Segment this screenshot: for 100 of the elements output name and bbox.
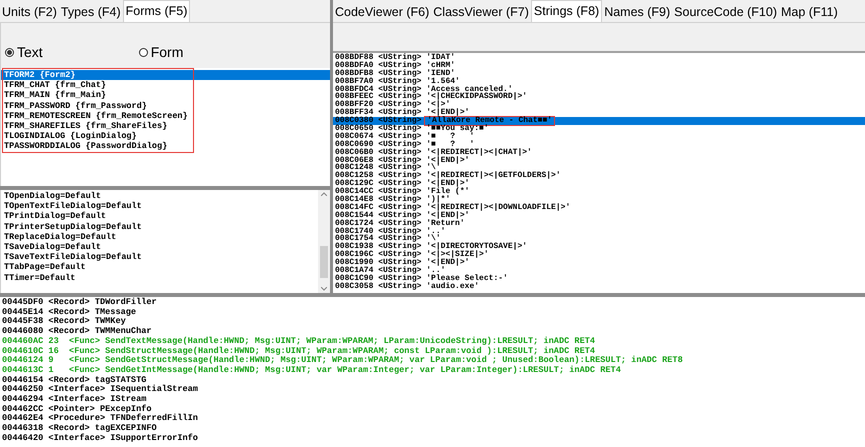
string-row[interactable]: 008C1A74 <UString> '..' xyxy=(333,267,865,275)
string-row[interactable]: 008C0674 <UString> '■ ? ' xyxy=(333,132,865,141)
radio-button[interactable]: Form xyxy=(138,42,184,63)
scrollbar[interactable] xyxy=(318,190,330,293)
type-text: <UString> xyxy=(378,70,422,78)
address-text: 008BDFA0 xyxy=(335,62,374,70)
type-text: <UString> xyxy=(378,132,422,141)
address-text: 008C06E8 xyxy=(335,156,374,165)
address-text: 008BFF20 xyxy=(335,101,374,110)
string-row[interactable]: 008BFF20 <UString> '<|>' xyxy=(333,101,865,110)
string-row[interactable]: 008C0690 <UString> '■ ? ' xyxy=(333,140,865,149)
list-item[interactable]: TLOGINDIALOG {LoginDialog} xyxy=(1,131,330,142)
string-row[interactable]: 008BDF88 <UString> 'IDAT' xyxy=(333,54,865,62)
string-row[interactable]: 008C14CC <UString> 'File (*' xyxy=(333,188,865,196)
list-item[interactable]: TFORM2 {Form2} xyxy=(1,70,330,80)
string-value: '<|REDIRECT|><|CHAT|>' xyxy=(426,148,532,157)
string-value: '<|END|>' xyxy=(426,212,470,220)
string-row[interactable]: 008BDFB8 <UString> 'IEND' xyxy=(333,70,865,78)
string-value: 'cHRM' xyxy=(426,62,456,70)
string-row[interactable]: 008C1990 <UString> '<|END|>' xyxy=(333,259,865,268)
string-value: 'Return' xyxy=(426,220,465,228)
string-row[interactable]: 008C1544 <UString> '<|END|>' xyxy=(333,212,865,220)
string-value: 'IEND' xyxy=(426,70,456,78)
list-item[interactable]: TFRM_SHAREFILES {frm_ShareFiles} xyxy=(1,120,330,132)
type-text: <UString> xyxy=(378,188,422,196)
string-row[interactable]: 008C14E8 <UString> ')|*' xyxy=(333,196,865,204)
string-row[interactable]: 008BF7A0 <UString> '1.564' xyxy=(333,78,865,86)
list-item[interactable]: TReplaceDialog=Default xyxy=(4,232,318,242)
type-text: <UString> xyxy=(378,109,422,118)
string-row[interactable]: 008C1740 <UString> '..' xyxy=(333,228,865,236)
string-row[interactable]: 008C14FC <UString> '<|REDIRECT|><|DOWNLOADFILE|>' xyxy=(333,204,865,212)
list-item[interactable]: TPrintDialog=Default xyxy=(4,211,318,222)
list-item[interactable]: TOpenDialog=Default xyxy=(4,191,318,202)
radio-button[interactable]: Text xyxy=(5,42,43,63)
string-row[interactable]: 008C1248 <UString> '\' xyxy=(333,164,865,172)
string-row[interactable]: 008C1754 <UString> '\' xyxy=(333,235,865,244)
string-value: '<|END|>' xyxy=(426,109,470,118)
scroll-up-icon[interactable] xyxy=(321,192,327,196)
scroll-down-icon[interactable] xyxy=(321,287,327,291)
string-row[interactable]: 008BDFA0 <UString> 'cHRM' xyxy=(333,62,865,70)
string-value: '<|END|>' xyxy=(426,156,470,165)
code-line: 00446318 <Record> tagEXCEPINFO xyxy=(2,424,158,434)
string-value: '<|><|SIZE|>' xyxy=(426,251,489,260)
string-row[interactable]: 008C1258 <UString> '<|REDIRECT|><|GETFOLDERS|>' xyxy=(333,172,865,180)
string-row[interactable]: 008C0650 <UString> '■■You say:■' xyxy=(333,125,865,133)
string-value: '<|REDIRECT|><|DOWNLOADFILE|>' xyxy=(426,204,570,212)
address-text: 008C1A74 xyxy=(335,267,374,275)
address-text: 008BFDC4 xyxy=(335,86,374,94)
type-text: <UString> xyxy=(378,228,422,236)
string-value: '\' xyxy=(426,235,441,244)
list-item[interactable]: TSaveDialog=Default xyxy=(4,242,318,252)
list-item[interactable]: TTimer=Default xyxy=(4,272,318,283)
address-text: 008C1938 xyxy=(335,243,374,252)
type-text: <UString> xyxy=(378,62,422,70)
type-text: <UString> xyxy=(378,251,422,260)
list-item[interactable]: TPrinterSetupDialog=Default xyxy=(4,222,318,232)
list-item[interactable]: TSaveTextFileDialog=Default xyxy=(4,252,318,262)
list-item[interactable]: TFRM_REMOTESCREEN {frm_RemoteScreen} xyxy=(1,110,330,121)
address-text: 008C0650 xyxy=(335,124,374,133)
list-item[interactable]: TFRM_CHAT {frm_Chat} xyxy=(1,80,330,90)
list-item[interactable]: TFRM_PASSWORD {frm_Password} xyxy=(1,100,330,111)
string-row[interactable]: 008C06E8 <UString> '<|END|>' xyxy=(333,156,865,164)
address-text: 008C1258 xyxy=(335,172,374,180)
string-value: '■ ? ' xyxy=(426,140,474,149)
string-row[interactable]: 008BFF34 <UString> '<|END|>' xyxy=(333,109,865,118)
code-line: 00445F38 <Record> TWMKey xyxy=(2,317,127,326)
code-line: 0044613C 1 <Func> SendGetIntMessage(Handle:HWND; Msg:UINT; var WParam:Integer; var LParam:Integer):LRESULT; inADC RET4 xyxy=(2,366,622,376)
scrollbar-thumb[interactable] xyxy=(320,246,328,278)
type-text: <UString> xyxy=(378,101,422,110)
type-text: <UString> xyxy=(378,180,422,188)
code-line: 00446154 <Record> tagSTATSTG xyxy=(2,376,146,385)
string-row[interactable]: 008C06B0 <UString> '<|REDIRECT|><|CHAT|>' xyxy=(333,148,865,157)
address-text: 008C1754 xyxy=(335,235,374,244)
list-item[interactable]: TTabPage=Default xyxy=(4,262,318,273)
code-line: 00446124 9 <Func> SendGetStructMessage(Handle:HWND; Msg:UINT; WParam:WPARAM; var LParam:void ; Unused:Boolean):LRESULT; inADC RET8 xyxy=(2,356,684,366)
string-row[interactable]: 008C3058 <UString> 'audio.exe' xyxy=(333,282,865,291)
address-text: 008BF7A0 xyxy=(335,78,374,86)
address-text: 008C196C xyxy=(335,251,374,260)
type-text: <UString> xyxy=(378,117,422,126)
string-row[interactable]: 008C196C <UString> '<|><|SIZE|>' xyxy=(333,251,865,260)
string-row[interactable]: 008C1938 <UString> '<|DIRECTORYTOSAVE|>' xyxy=(333,243,865,252)
string-value: '<|END|>' xyxy=(426,180,470,188)
type-text: <UString> xyxy=(378,235,422,244)
string-value: ')|*' xyxy=(426,196,450,204)
string-row[interactable]: 008BFDC4 <UString> 'Access canceled.' xyxy=(333,86,865,94)
string-row[interactable]: 008C0380 <UString> 'AllaKore Remote - Chat■■' xyxy=(333,117,865,126)
tab[interactable]: Strings (F8) xyxy=(530,0,602,22)
string-row[interactable]: 008C1724 <UString> 'Return' xyxy=(333,220,865,228)
list-item[interactable]: TFRM_MAIN {frm_Main} xyxy=(1,90,330,101)
address-text: 008C06B0 xyxy=(335,148,374,157)
tab[interactable]: Forms (F5) xyxy=(122,0,190,22)
string-row[interactable]: 008BFEEC <UString> '<|CHECKIDPASSWORD|>' xyxy=(333,93,865,102)
list-item[interactable]: TPASSWORDDIALOG {PasswordDialog} xyxy=(1,141,330,152)
address-text: 008C14FC xyxy=(335,204,374,212)
string-row[interactable]: 008C1C90 <UString> 'Please Select:-' xyxy=(333,274,865,283)
list-item[interactable]: TOpenTextFileDialog=Default xyxy=(4,201,318,212)
string-row[interactable]: 008C129C <UString> '<|END|>' xyxy=(333,180,865,188)
address-text: 008C1724 xyxy=(335,220,374,228)
address-text: 008BFF34 xyxy=(335,109,374,118)
code-line: 00445DF0 <Record> TDWordFiller xyxy=(2,298,158,308)
